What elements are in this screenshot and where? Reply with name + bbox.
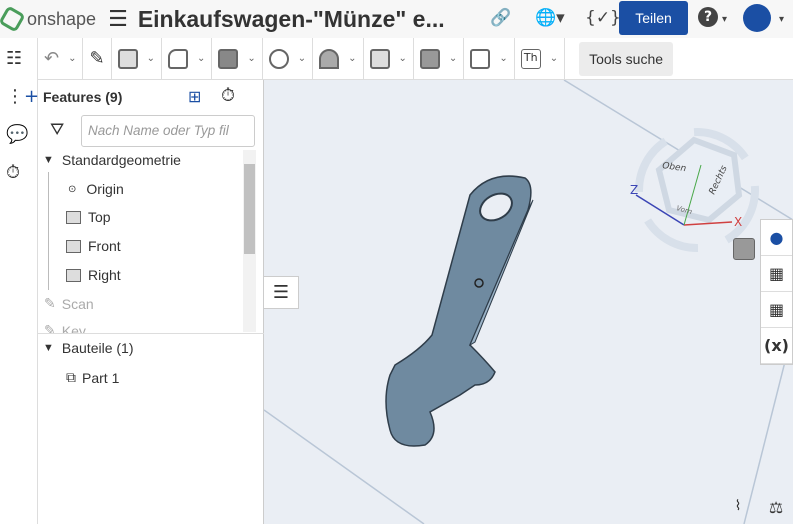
insert-icon[interactable]: ⋮+	[6, 86, 39, 107]
list-item-part-1[interactable]: ⧉ Part 1	[66, 369, 119, 386]
list-item-origin[interactable]: ⊙ Origin	[68, 181, 124, 197]
boolean-button[interactable]: ⌄	[263, 37, 314, 80]
transform-button[interactable]: ⌄	[313, 37, 364, 80]
transform-icon	[319, 48, 340, 69]
onshape-logo[interactable]: onshape	[0, 5, 97, 33]
scrollbar-thumb[interactable]	[244, 164, 255, 254]
plane-icon	[66, 239, 81, 253]
pattern-icon	[218, 48, 239, 69]
top-bar: onshape ☰ Einkaufswagen-"Münze" e... 🔗 🌐…	[0, 0, 793, 38]
sheet-metal-icon	[419, 48, 440, 69]
boolean-icon	[268, 48, 289, 69]
features-title: Features (9)	[43, 89, 123, 105]
plane-button[interactable]: ⌄	[364, 37, 414, 80]
list-item-scan[interactable]: ✎ Scan	[44, 295, 94, 312]
pencil-icon: ✎	[89, 48, 105, 69]
item-label: Front	[88, 238, 121, 254]
mass-properties-icon[interactable]: ⚖	[760, 498, 792, 524]
group-label: Bauteile (1)	[61, 340, 134, 356]
divider	[38, 333, 264, 334]
add-folder-icon[interactable]: ⊞	[188, 87, 201, 107]
item-label: Right	[88, 267, 121, 283]
shell-icon	[470, 48, 491, 69]
view-cube: Oben Rechts Vorn Z X	[630, 128, 759, 252]
feature-filter-input[interactable]: Nach Name oder Typ fil	[81, 115, 255, 147]
share-button[interactable]: Teilen	[619, 1, 688, 35]
item-label: Part 1	[82, 369, 120, 386]
plane-icon	[66, 210, 81, 224]
timer-icon[interactable]: ⏱	[6, 162, 20, 183]
fillet-icon	[167, 48, 188, 69]
logo-icon	[0, 5, 26, 33]
sketch-button[interactable]: ✎	[83, 37, 112, 80]
tools-search-button[interactable]: Tools suche	[579, 41, 674, 76]
variables-icon[interactable]: {✓}	[585, 8, 621, 28]
feature-list-icon[interactable]: ☷	[6, 48, 22, 69]
item-label: Top	[88, 209, 111, 225]
list-item-front[interactable]: Front	[66, 238, 121, 254]
part-model	[385, 175, 534, 447]
group-bauteile[interactable]: ▼ Bauteile (1)	[43, 340, 133, 356]
group-label: Standardgeometrie	[61, 152, 181, 168]
toolbar: ↶ ⌄ ✎ ⌄ ⌄ ⌄ ⌄ ⌄ ⌄ ⌄ ⌄ Th ⌄ Tools suche	[38, 37, 793, 80]
appearance-icon[interactable]: ●	[761, 220, 792, 256]
undo-icon: ↶	[44, 48, 60, 69]
origin-icon: ⊙	[68, 183, 77, 195]
extrude-button[interactable]: ⌄	[112, 37, 162, 80]
filter-icon[interactable]: ⛛	[50, 120, 64, 140]
sketch-icon: ✎	[44, 295, 56, 311]
group-standardgeometrie[interactable]: ▼ Standardgeometrie	[43, 152, 181, 168]
3d-viewport[interactable]: Oben Rechts Vorn Z X ☰ ⌇ ⚖	[264, 80, 793, 524]
document-title[interactable]: Einkaufswagen-"Münze" e...	[138, 6, 445, 33]
pattern-button[interactable]: ⌄	[212, 37, 263, 80]
feature-panel: Features (9) ⊞ ⏱ ⛛ Nach Name oder Typ fi…	[38, 80, 264, 524]
brand-name: onshape	[27, 8, 97, 29]
text-icon: Th	[520, 48, 541, 69]
measure-icon[interactable]: ⌇	[722, 498, 754, 524]
feature-list-toggle-icon[interactable]: ☰	[264, 276, 299, 309]
list-item-right[interactable]: Right	[66, 267, 121, 283]
menu-icon[interactable]: ☰	[108, 7, 128, 32]
list-item-top[interactable]: Top	[66, 209, 111, 225]
variable-table-icon[interactable]: ▦	[761, 292, 792, 328]
link-icon[interactable]: 🔗	[490, 8, 511, 28]
extrude-icon	[117, 48, 138, 69]
view-cube-home-icon[interactable]	[733, 238, 755, 260]
fillet-button[interactable]: ⌄	[162, 37, 213, 80]
chevron-down-icon[interactable]: ▾	[779, 14, 784, 25]
item-label: Origin	[86, 181, 124, 197]
plane-icon	[66, 268, 81, 282]
comment-icon[interactable]: 💬	[6, 124, 28, 145]
help-icon[interactable]: ?	[698, 7, 718, 27]
text-button[interactable]: Th ⌄	[515, 37, 566, 80]
shell-button[interactable]: ⌄	[464, 37, 515, 80]
avatar[interactable]	[743, 4, 771, 32]
sheet-metal-button[interactable]: ⌄	[414, 37, 465, 80]
chevron-down-icon[interactable]: ▾	[722, 14, 727, 25]
left-icon-column: ☷ ⋮+ 💬 ⏱	[0, 38, 39, 524]
configurations-icon[interactable]: ▦	[761, 256, 792, 292]
scene: Oben Rechts Vorn Z X	[264, 80, 793, 524]
custom-features-icon[interactable]: (x)	[761, 328, 792, 364]
rollback-timer-icon[interactable]: ⏱	[221, 85, 235, 106]
axis-x-label: X	[734, 215, 742, 229]
tree-line	[48, 172, 49, 290]
undo-button[interactable]: ↶ ⌄	[38, 37, 84, 80]
scrollbar[interactable]	[243, 150, 256, 332]
axis-z-label: Z	[630, 183, 638, 197]
part-icon: ⧉	[66, 369, 76, 385]
plane-icon	[369, 48, 390, 69]
globe-icon[interactable]: 🌐▾	[535, 8, 565, 28]
item-label: Scan	[61, 295, 94, 312]
right-toolbar: ● ▦ ▦ (x)	[760, 219, 793, 365]
